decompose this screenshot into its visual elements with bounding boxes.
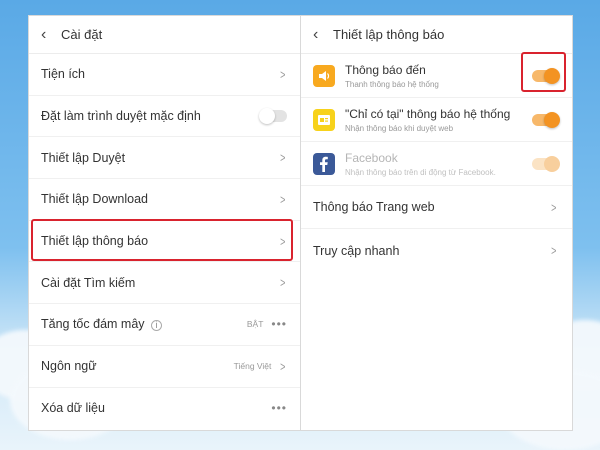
notification-title: "Chỉ có tại" thông báo hệ thống (345, 106, 511, 121)
notification-title: Facebook (345, 150, 398, 165)
notification-subtitle: Nhận thông báo trên di động từ Facebook. (345, 167, 496, 177)
settings-item-search[interactable]: Cài đặt Tìm kiếm > (29, 262, 301, 305)
settings-item-label: Thiết lập Duyệt (41, 150, 126, 165)
exclusive-notification-toggle[interactable] (532, 111, 560, 128)
notification-title: Thông báo đến (345, 62, 426, 77)
settings-item-label: Tiện ích (41, 67, 86, 82)
settings-item-label: Cài đặt Tìm kiếm (41, 275, 136, 290)
notification-text: Thông báo đến Thanh thông báo hệ thống (345, 63, 532, 89)
chevron-right-icon: > (280, 358, 286, 374)
settings-item-value: Tiếng Việt (233, 361, 272, 372)
chevron-right-icon: > (280, 150, 286, 166)
speaker-icon (313, 64, 335, 87)
notification-item-facebook[interactable]: Facebook Nhận thông báo trên di động từ … (301, 142, 572, 186)
settings-item-value: BẬT (246, 319, 264, 330)
info-icon[interactable]: i (151, 319, 162, 331)
settings-item-clear-data[interactable]: Xóa dữ liệu ••• (29, 388, 301, 430)
settings-item-label: Ngôn ngữ (41, 359, 97, 374)
back-icon[interactable]: ‹ (41, 26, 61, 44)
notification-text: "Chỉ có tại" thông báo hệ thống Nhận thô… (345, 107, 532, 133)
settings-item-browse[interactable]: Thiết lập Duyệt > (29, 137, 301, 180)
settings-item-quick-access[interactable]: Truy cập nhanh > (301, 229, 572, 272)
settings-item-label: Truy cập nhanh (313, 243, 400, 258)
card-icon (313, 108, 335, 131)
notification-text: Facebook Nhận thông báo trên di động từ … (345, 151, 532, 177)
chevron-right-icon: > (280, 191, 286, 207)
settings-item-meta: Tiếng Việt > (234, 359, 287, 374)
chevron-right-icon: > (551, 243, 557, 258)
page-title: Thiết lập thông báo (333, 27, 445, 42)
settings-item-cloud-boost[interactable]: Tăng tốc đám mây i BẬT ••• (29, 304, 301, 346)
chevron-right-icon: > (551, 199, 557, 215)
toggle-highlight-box (521, 52, 566, 92)
more-icon[interactable]: ••• (271, 401, 287, 415)
settings-item-web-notifications[interactable]: Thông báo Trang web > (301, 186, 572, 229)
facebook-icon (313, 152, 335, 175)
notification-subtitle: Nhận thông báo khi duyệt web (345, 123, 454, 133)
chevron-right-icon: > (280, 66, 286, 82)
settings-item-default-browser[interactable]: Đặt làm trình duyệt mặc định (29, 96, 301, 138)
notification-settings-header: ‹ Thiết lập thông báo (301, 16, 572, 54)
more-icon[interactable]: ••• (271, 317, 287, 331)
settings-header: ‹ Cài đặt (29, 16, 301, 54)
settings-item-extensions[interactable]: Tiện ích > (29, 54, 301, 96)
settings-item-label: Tăng tốc đám mây (41, 317, 145, 332)
page-title: Cài đặt (61, 27, 103, 42)
notification-subtitle: Thanh thông báo hệ thống (345, 79, 439, 89)
notification-settings-panel: ‹ Thiết lập thông báo Thông báo đến Than… (300, 15, 573, 431)
settings-item-label: Xóa dữ liệu (41, 401, 105, 416)
notifications-highlight-box (31, 219, 293, 261)
settings-item-label: Thông báo Trang web (313, 200, 435, 214)
settings-item-label: Đặt làm trình duyệt mặc định (41, 109, 201, 124)
settings-item-language[interactable]: Ngôn ngữ Tiếng Việt > (29, 346, 301, 388)
chevron-right-icon: > (280, 275, 286, 291)
back-icon[interactable]: ‹ (313, 26, 333, 44)
facebook-notification-toggle[interactable] (532, 155, 560, 172)
settings-item-label-group: Tăng tốc đám mây i (41, 317, 162, 331)
settings-item-meta: BẬT ••• (247, 317, 287, 331)
settings-item-label: Thiết lập Download (41, 192, 149, 207)
default-browser-toggle[interactable] (259, 108, 287, 125)
settings-panel: ‹ Cài đặt Tiện ích > Đặt làm trình duyệt… (28, 15, 302, 431)
notification-item-exclusive[interactable]: "Chỉ có tại" thông báo hệ thống Nhận thô… (301, 98, 572, 142)
settings-item-download[interactable]: Thiết lập Download > (29, 179, 301, 221)
